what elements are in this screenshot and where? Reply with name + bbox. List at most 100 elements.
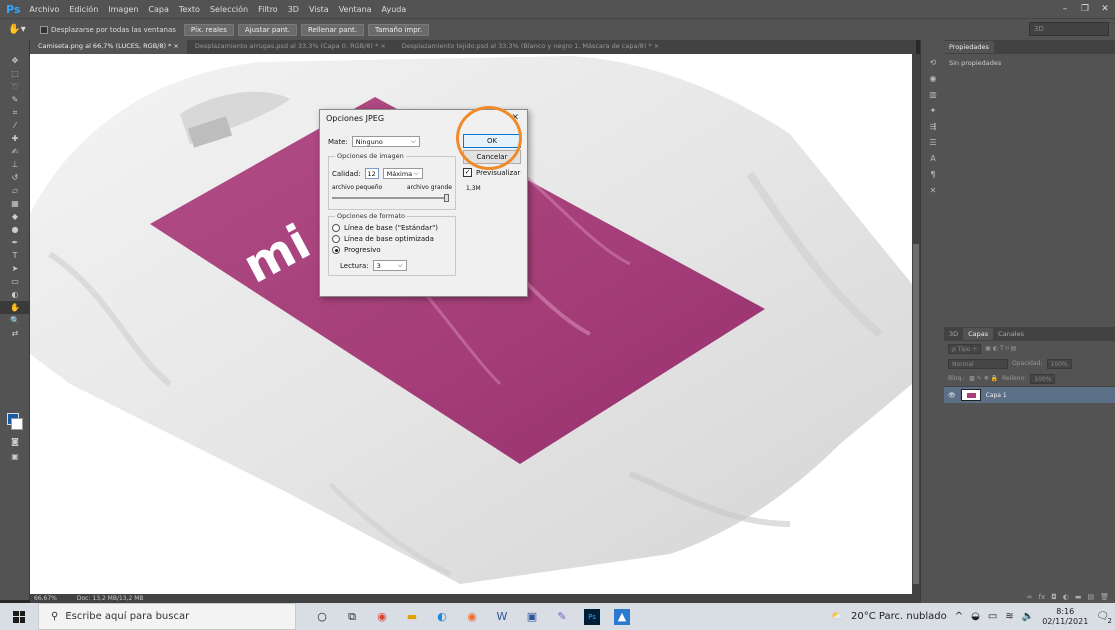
word-icon[interactable]: W [494,609,510,625]
quality-slider-thumb[interactable] [444,194,449,202]
3d-tool-icon[interactable]: ◐ [0,288,30,301]
lock-icons[interactable]: ▩ ✎ ✥ 🔒 [969,375,998,382]
blend-mode-select[interactable]: Normal [948,358,1008,369]
layer-filter-select[interactable]: ρ Tipo ÷ [948,343,982,354]
menu-ayuda[interactable]: Ayuda [377,5,412,14]
menu-ventana[interactable]: Ventana [334,5,377,14]
fx-icon[interactable]: fx [1039,593,1046,601]
radio-baseline[interactable] [332,224,340,232]
start-button[interactable] [0,603,38,630]
menu-imagen[interactable]: Imagen [103,5,143,14]
network-icon[interactable]: ◒ [971,611,980,622]
filter-icons[interactable]: ▣ ◐ T ⌑ ▤ [985,345,1016,352]
opacity-input[interactable]: 100% [1046,358,1072,369]
tab-desplazamiento-arrugas[interactable]: Desplazamiento arrugas.psd al 33,3% (Cap… [187,40,394,54]
menu-seleccion[interactable]: Selección [205,5,253,14]
matte-select[interactable]: Ninguno ⌵ [351,136,420,147]
task-view-icon[interactable]: ⧉ [344,609,360,625]
eraser-tool-icon[interactable]: ▱ [0,184,30,197]
layer-name[interactable]: Capa 1 [986,392,1007,399]
clock[interactable]: 8:16 02/11/2021 [1042,607,1088,627]
radio-optimized[interactable] [332,235,340,243]
cortana-icon[interactable]: ○ [314,609,330,625]
tab-camiseta[interactable]: Camiseta.png al 66,7% (LUCES, RGB/8) * × [30,40,187,54]
histogram-icon[interactable]: ▥ [921,86,945,102]
tools-preset-icon[interactable]: ✕ [921,182,945,198]
scroll-all-option[interactable]: Desplazarse por todas las ventanas [34,25,182,34]
menu-edicion[interactable]: Edición [64,5,103,14]
quick-mask-icon[interactable]: ◙ [0,435,30,448]
visibility-eye-icon[interactable]: 👁 [948,392,956,399]
preview-checkbox[interactable]: ✓ [463,168,472,177]
new-group-icon[interactable]: ▬ [1075,593,1082,601]
menu-3d[interactable]: 3D [283,5,304,14]
edge-icon[interactable]: ◐ [434,609,450,625]
crop-tool-icon[interactable]: ⌗ [0,106,30,119]
blur-tool-icon[interactable]: ◆ [0,210,30,223]
brush-tool-icon[interactable]: ✍ [0,145,30,158]
actual-pixels-button[interactable]: Píx. reales [183,23,234,36]
fill-input[interactable]: 100% [1030,373,1056,384]
gradient-tool-icon[interactable]: ▦ [0,197,30,210]
chrome-icon[interactable]: ◉ [374,609,390,625]
photos-icon[interactable]: ▲ [614,608,630,625]
minimize-icon[interactable]: – [1055,4,1075,14]
zoom-tool-icon[interactable]: 🔍 [0,314,30,327]
zoom-level[interactable]: 66,67% [34,595,57,602]
scroll-all-checkbox[interactable] [40,25,48,34]
eyedropper-tool-icon[interactable]: ⁄ [0,119,30,132]
close-icon[interactable]: ✕ [1095,4,1115,14]
trash-icon[interactable]: 🗑 [1100,593,1109,601]
move-tool-icon[interactable]: ✥ [0,54,30,67]
dodge-tool-icon[interactable]: ● [0,223,30,236]
tab-capas[interactable]: Capas [963,328,994,340]
workspace-select[interactable]: 3D [1029,22,1109,36]
fill-screen-button[interactable]: Rellenar pant. [300,23,365,36]
pen-tool-icon[interactable]: ✒ [0,236,30,249]
adjustments-icon[interactable]: ☰ [921,134,945,150]
add-mask-icon[interactable]: ◘ [1051,593,1057,601]
lasso-tool-icon[interactable]: ➰ [0,80,30,93]
quick-select-tool-icon[interactable]: ✎ [0,93,30,106]
menu-texto[interactable]: Texto [174,5,205,14]
background-color-swatch[interactable] [11,418,23,430]
character-icon[interactable]: A [921,150,945,166]
weather-icon[interactable]: ⛅ [831,611,843,622]
stamp-tool-icon[interactable]: ⊥ [0,158,30,171]
hand-tool-icon-active[interactable]: ✋ [0,301,30,314]
clone-source-icon[interactable]: ⇶ [921,118,945,134]
taskbar-search[interactable]: ⚲ Escribe aquí para buscar [38,603,296,630]
hand-tool-icon[interactable]: ✋▾ [0,24,34,35]
print-size-button[interactable]: Tamaño impr. [368,23,430,36]
tray-chevron-icon[interactable]: ^ [955,611,963,622]
weather-text[interactable]: 20°C Parc. nublado [851,611,947,622]
file-explorer-icon[interactable]: ▬ [404,609,420,625]
vertical-scroll-thumb[interactable] [913,244,919,584]
menu-filtro[interactable]: Filtro [253,5,283,14]
fit-screen-button[interactable]: Ajustar pant. [237,23,297,36]
quality-preset-select[interactable]: Máxima ⌵ [382,168,423,179]
tab-desplazamiento-tejido[interactable]: Desplazamiento tejido.psd al 33,3% (Blan… [394,40,667,54]
healing-tool-icon[interactable]: ✚ [0,132,30,145]
new-layer-icon[interactable]: ▤ [1087,593,1094,601]
scans-select[interactable]: 3 ⌵ [372,260,407,271]
paint-icon[interactable]: ✎ [554,609,570,625]
format-option-progressive[interactable]: Progresivo [332,246,381,254]
shape-tool-icon[interactable]: ▭ [0,275,30,288]
tab-propiedades[interactable]: Propiedades [944,41,994,53]
tab-canales[interactable]: Canales [993,328,1029,340]
quality-slider[interactable] [332,194,449,202]
doc-size[interactable]: Doc: 13,2 MB/13,2 MB [77,595,144,602]
link-layers-icon[interactable]: ∞ [1027,593,1033,601]
brush-presets-icon[interactable]: ✦ [921,102,945,118]
restore-icon[interactable]: ❐ [1075,4,1095,14]
info-icon[interactable]: ◉ [921,70,945,86]
origin-icon[interactable]: ◉ [464,609,480,625]
menu-vista[interactable]: Vista [304,5,334,14]
history-brush-tool-icon[interactable]: ↺ [0,171,30,184]
menu-archivo[interactable]: Archivo [24,5,64,14]
format-option-optimized[interactable]: Línea de base optimizada [332,235,434,243]
history-icon[interactable]: ⟲ [921,54,945,70]
new-adjustment-icon[interactable]: ◐ [1063,593,1069,601]
tab-3d[interactable]: 3D [944,328,963,340]
